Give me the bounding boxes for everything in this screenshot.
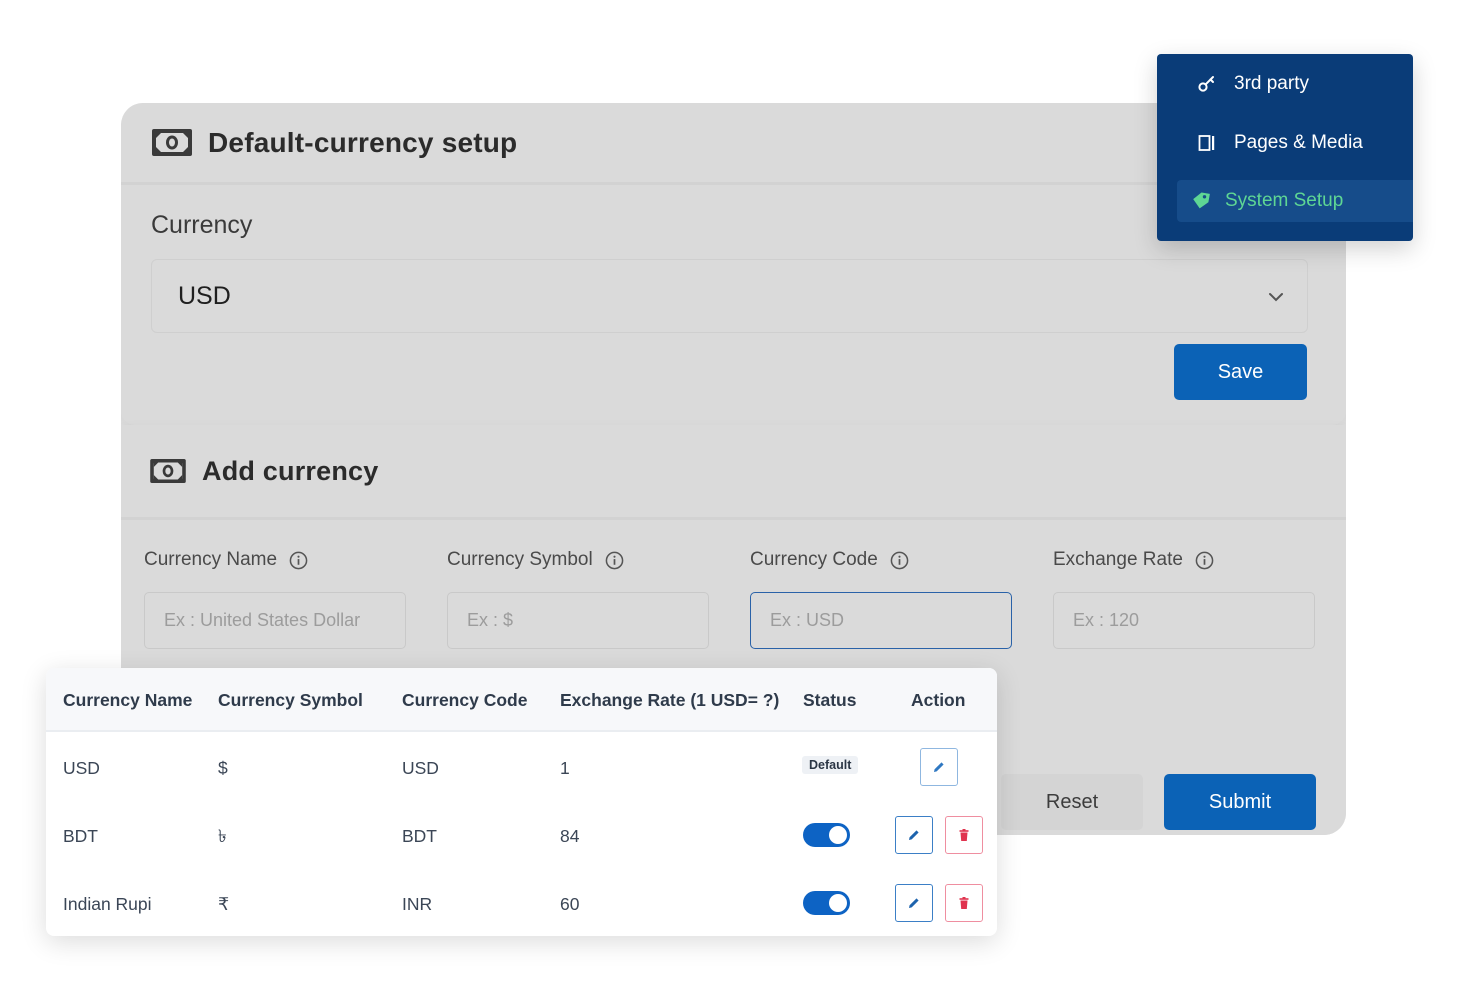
edit-button[interactable]	[920, 748, 958, 786]
money-icon	[150, 459, 186, 483]
pencil-icon	[909, 898, 919, 908]
sidebar-item-label: System Setup	[1225, 190, 1344, 211]
currency-code-input[interactable]	[750, 592, 1012, 649]
info-icon[interactable]	[289, 551, 308, 570]
cell-currency-name: USD	[63, 758, 100, 778]
page-icon	[1197, 133, 1217, 153]
cell-currency-symbol: ৳	[218, 826, 227, 846]
status-toggle[interactable]	[803, 823, 850, 847]
currency-select-value: USD	[178, 281, 231, 310]
money-icon	[152, 129, 192, 156]
save-button[interactable]: Save	[1174, 344, 1307, 400]
currency-symbol-label: Currency Symbol	[447, 549, 593, 570]
currency-code-field: Currency Code	[750, 545, 1012, 649]
table-row: Indian Rupi ₹ INR 60	[46, 870, 997, 936]
sidebar-item-system-setup[interactable]: System Setup	[1177, 180, 1413, 222]
cell-currency-symbol: $	[218, 758, 228, 778]
table-row: BDT ৳ BDT 84	[46, 802, 997, 870]
column-header: Currency Code	[402, 690, 528, 710]
cell-exchange-rate: 60	[560, 894, 580, 914]
tag-icon	[1191, 191, 1211, 211]
info-icon[interactable]	[890, 551, 909, 570]
currency-select[interactable]: USD	[151, 259, 1308, 333]
cell-currency-code: BDT	[402, 826, 437, 846]
cell-exchange-rate: 1	[560, 758, 570, 778]
sidebar-item-label: Pages & Media	[1234, 132, 1363, 153]
cell-currency-code: INR	[402, 894, 433, 914]
add-currency-header: Add currency	[121, 425, 1346, 520]
table-header: Currency Name Currency Symbol Currency C…	[46, 668, 997, 732]
status-badge: Default	[802, 756, 859, 774]
column-header: Status	[803, 690, 857, 710]
currency-name-field: Currency Name	[144, 545, 406, 649]
key-icon	[1197, 74, 1217, 94]
edit-button[interactable]	[895, 884, 933, 922]
column-header: Exchange Rate (1 USD= ?)	[560, 690, 780, 710]
delete-button[interactable]	[945, 884, 983, 922]
currency-name-input[interactable]	[144, 592, 406, 649]
status-toggle[interactable]	[803, 891, 850, 915]
column-header: Currency Name	[63, 690, 193, 710]
cell-currency-name: Indian Rupi	[63, 894, 152, 914]
currency-label: Currency	[151, 211, 253, 239]
edit-button[interactable]	[895, 816, 933, 854]
sidebar-menu: 3rd party Pages & Media System Setup	[1157, 54, 1413, 241]
currency-name-label: Currency Name	[144, 549, 278, 570]
sidebar-item-3rd-party[interactable]: 3rd party	[1157, 63, 1413, 105]
cell-currency-symbol: ₹	[218, 894, 230, 914]
currency-symbol-field: Currency Symbol	[447, 545, 709, 649]
delete-button[interactable]	[945, 816, 983, 854]
default-currency-title: Default-currency setup	[208, 126, 518, 158]
trash-icon	[959, 897, 969, 909]
currency-table: Currency Name Currency Symbol Currency C…	[46, 668, 997, 936]
sidebar-item-pages-media[interactable]: Pages & Media	[1157, 122, 1413, 164]
sidebar-item-label: 3rd party	[1234, 73, 1309, 94]
pencil-icon	[909, 830, 919, 840]
exchange-rate-input[interactable]	[1053, 592, 1315, 649]
cell-currency-code: USD	[402, 758, 439, 778]
column-header: Currency Symbol	[218, 690, 363, 710]
pencil-icon	[934, 762, 944, 772]
add-currency-title: Add currency	[202, 455, 379, 486]
info-icon[interactable]	[1195, 551, 1214, 570]
info-icon[interactable]	[605, 551, 624, 570]
currency-symbol-input[interactable]	[447, 592, 709, 649]
chevron-down-icon	[1267, 288, 1285, 306]
cell-currency-name: BDT	[63, 826, 98, 846]
trash-icon	[959, 829, 969, 841]
exchange-rate-field: Exchange Rate	[1053, 545, 1315, 649]
reset-button[interactable]: Reset	[1001, 774, 1143, 830]
column-header: Action	[911, 690, 966, 710]
currency-code-label: Currency Code	[750, 549, 878, 570]
cell-exchange-rate: 84	[560, 826, 580, 846]
exchange-rate-label: Exchange Rate	[1053, 549, 1183, 570]
submit-button[interactable]: Submit	[1164, 774, 1316, 830]
